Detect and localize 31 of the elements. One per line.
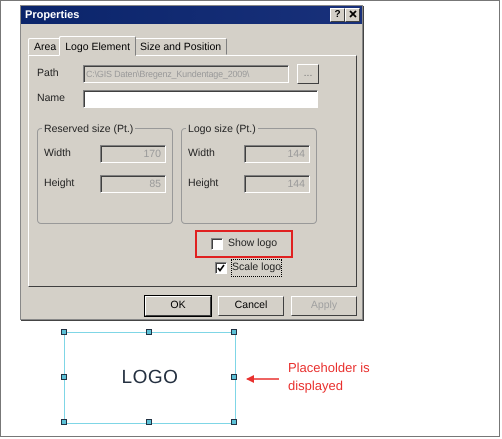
field-label: Height	[188, 176, 218, 192]
logo-placeholder[interactable]: LOGO	[64, 332, 236, 424]
close-icon	[348, 10, 356, 18]
checkbox[interactable]	[215, 262, 227, 274]
window-title: Properties	[25, 8, 80, 23]
name-field[interactable]	[83, 90, 318, 108]
arrow	[246, 374, 280, 384]
resize-handle[interactable]	[231, 374, 237, 380]
close-button[interactable]	[345, 8, 360, 22]
checkbox-label[interactable]: Show logo	[228, 236, 278, 252]
resize-handle[interactable]	[61, 374, 67, 380]
tab[interactable]: Logo Element	[59, 36, 136, 56]
resize-handle[interactable]	[146, 419, 152, 425]
resize-handle[interactable]	[231, 329, 237, 335]
callout-text: Placeholder is displayed	[288, 359, 371, 395]
resize-handle[interactable]	[61, 419, 67, 425]
resize-handle[interactable]	[146, 329, 152, 335]
checkbox-label[interactable]: Scale logo	[232, 260, 282, 276]
field-label: Path	[37, 66, 60, 82]
field-label: Height	[44, 176, 74, 192]
field-label: Width	[188, 146, 215, 162]
resize-handle[interactable]	[61, 329, 67, 335]
field-label: Name	[37, 91, 66, 106]
field-label: Width	[44, 146, 71, 162]
dialog-button[interactable]: OK	[145, 296, 211, 316]
checkbox[interactable]	[211, 238, 223, 250]
dialog-button[interactable]: Cancel	[218, 296, 284, 316]
help-button[interactable]: ?	[330, 8, 345, 22]
resize-handle[interactable]	[231, 419, 237, 425]
logo-text: LOGO	[122, 366, 178, 390]
tab[interactable]: Size and Position	[134, 38, 228, 55]
